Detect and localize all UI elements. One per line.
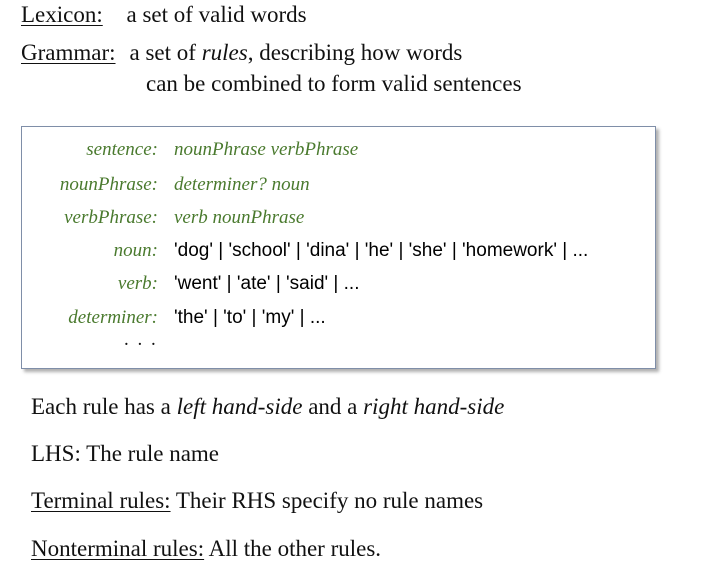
sides-rhs: right hand-side	[363, 394, 505, 419]
rule-body-verbphrase: verb nounPhrase	[174, 207, 305, 228]
rule-sides-note: Each rule has a left hand-side and a rig…	[31, 394, 504, 420]
nonterminal-rules-text: All the other rules.	[204, 536, 382, 561]
terminal-rules-note: Terminal rules: Their RHS specify no rul…	[31, 488, 483, 514]
rule-name-verbphrase: verbPhrase:	[64, 207, 158, 228]
rule-body-sentence: nounPhrase verbPhrase	[174, 139, 359, 160]
grammar-term: Grammar:	[21, 40, 116, 65]
lhs-note: LHS: The rule name	[31, 441, 219, 466]
lexicon-text: a set of valid words	[126, 2, 307, 27]
rule-name-determiner: determiner:	[68, 307, 158, 328]
grammar-definition: Grammar: a set of rules, describing how w…	[21, 40, 462, 66]
rule-body-noun: 'dog' | 'school' | 'dina' | 'he' | 'she'…	[174, 240, 589, 261]
rules-ellipsis: . . .	[124, 329, 158, 350]
rule-body-nounphrase: determiner? noun	[174, 174, 310, 195]
nonterminal-rules-note: Nonterminal rules: All the other rules.	[31, 536, 381, 562]
rule-name-verb: verb:	[117, 273, 158, 294]
grammar-text-before: a set of	[129, 40, 202, 65]
nonterminal-rules-term: Nonterminal rules:	[31, 536, 205, 561]
lexicon-definition: Lexicon: a set of valid words	[21, 2, 307, 28]
lexicon-term: Lexicon:	[21, 2, 103, 27]
terminal-rules-text: Their RHS specify no rule names	[170, 488, 484, 513]
rule-name-sentence: sentence:	[86, 139, 158, 160]
rule-body-determiner: 'the' | 'to' | 'my' | ...	[174, 307, 326, 328]
rule-name-noun: noun:	[113, 240, 158, 261]
grammar-continuation: can be combined to form valid sentences	[146, 71, 522, 96]
grammar-text-after: , describing how words	[247, 40, 463, 65]
sides-prefix: Each rule has a	[31, 394, 177, 419]
rule-name-nounphrase: nounPhrase:	[59, 174, 158, 195]
terminal-rules-term: Terminal rules:	[31, 488, 171, 513]
sides-lhs: left hand-side	[176, 394, 303, 419]
grammar-text-italic: rules	[201, 40, 248, 65]
grammar-rules-box: sentence: nounPhrase verbPhrase nounPhra…	[21, 126, 656, 369]
rule-body-verb: 'went' | 'ate' | 'said' | ...	[174, 273, 360, 294]
sides-middle: and a	[302, 394, 364, 419]
